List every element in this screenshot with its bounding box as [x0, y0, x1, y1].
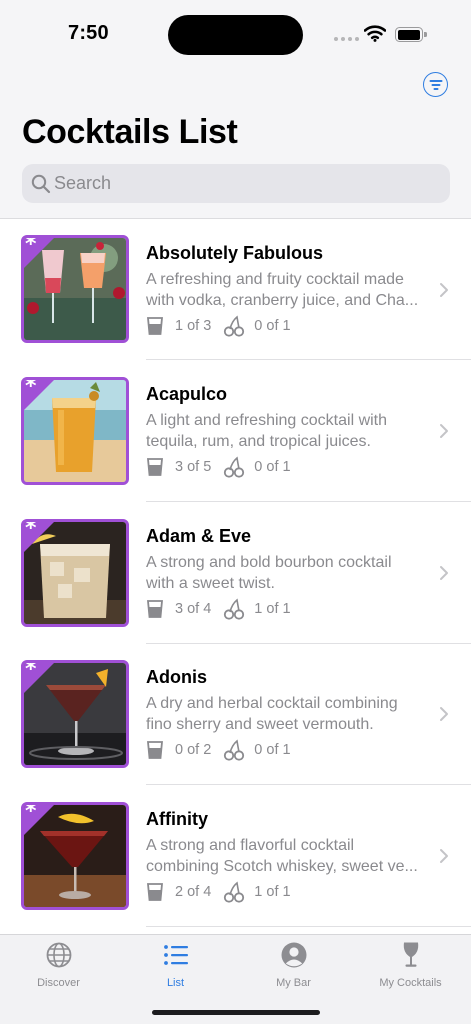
description-line: A strong and bold bourbon cocktail [146, 554, 392, 571]
chevron-right-icon [440, 849, 448, 863]
asterisk-icon: * [25, 519, 37, 541]
cocktail-description: A strong and flavorful cocktail combinin… [146, 835, 430, 877]
ingredients-count: 1 of 3 [175, 318, 212, 334]
asterisk-icon: * [25, 377, 37, 399]
glass-icon [147, 741, 163, 759]
description-line: A dry and herbal cocktail combining [146, 695, 398, 712]
asterisk-icon: * [25, 235, 37, 257]
cocktail-thumbnail: * [21, 660, 129, 768]
ingredient-stats: 3 of 4 1 of 1 [146, 598, 291, 620]
cherry-icon [224, 315, 245, 337]
description-line: tequila, rum, and tropical juices. [146, 433, 371, 450]
tab-label: My Cocktails [379, 977, 442, 989]
cocktail-thumbnail: * [21, 802, 129, 910]
wineglass-icon [403, 942, 418, 967]
glass-icon [147, 317, 163, 335]
cocktail-description: A dry and herbal cocktail combining fino… [146, 693, 430, 735]
chevron-right-icon [440, 566, 448, 580]
cherry-icon [224, 739, 245, 761]
chevron-right-icon [440, 424, 448, 438]
navigation-header: 7:50 Cocktails List [0, 0, 471, 219]
cocktail-thumbnail: * [21, 235, 129, 343]
description-line: with vodka, cranberry juice, and Cha... [146, 292, 419, 309]
tab-label: List [166, 977, 185, 989]
cocktail-description: A strong and bold bourbon cocktail with … [146, 552, 430, 594]
list-item[interactable]: * Adonis A dry and herbal cocktail combi… [0, 643, 471, 785]
asterisk-icon: * [25, 660, 37, 682]
ingredient-stats: 2 of 4 1 of 1 [146, 881, 291, 903]
home-indicator [152, 1010, 320, 1015]
cellular-signal-icon [334, 37, 359, 41]
garnish-count: 0 of 1 [254, 459, 291, 475]
cocktail-thumbnail: * [21, 377, 129, 485]
tab-label: My Bar [276, 977, 311, 989]
tab-my-cocktails[interactable]: My Cocktails [352, 941, 469, 989]
garnish-count: 1 of 1 [254, 884, 291, 900]
cocktail-name: Adam & Eve [146, 526, 252, 546]
tab-list[interactable]: List [117, 941, 234, 989]
wifi-icon [364, 25, 386, 42]
description-line: fino sherry and sweet vermouth. [146, 716, 374, 733]
ingredients-count: 2 of 4 [175, 884, 212, 900]
list-item[interactable]: * Absolutely Fabulous A refreshing and f… [0, 219, 471, 360]
cocktail-list: * Absolutely Fabulous A refreshing and f… [0, 219, 471, 935]
garnish-count: 0 of 1 [254, 318, 291, 334]
cherry-icon [224, 598, 245, 620]
cherry-icon [224, 456, 245, 478]
description-line: A strong and flavorful cocktail [146, 837, 355, 854]
cocktail-thumbnail: * [21, 519, 129, 627]
search-icon [31, 174, 51, 194]
search-input[interactable] [54, 164, 434, 203]
glass-icon [147, 458, 163, 476]
chevron-right-icon [440, 707, 448, 721]
status-time: 7:50 [68, 22, 109, 44]
globe-icon [46, 942, 71, 968]
garnish-count: 1 of 1 [254, 601, 291, 617]
person-circle-icon [281, 942, 306, 968]
chevron-right-icon [440, 283, 448, 297]
list-item[interactable]: * Acapulco A light and refreshing cockta… [0, 360, 471, 502]
row-separator [146, 926, 471, 927]
cocktail-name: Affinity [146, 809, 208, 829]
dynamic-island [168, 15, 303, 55]
filter-button[interactable] [423, 72, 448, 97]
glass-icon [147, 600, 163, 618]
ingredient-stats: 3 of 5 0 of 1 [146, 456, 291, 478]
ingredient-stats: 1 of 3 0 of 1 [146, 315, 291, 337]
list-item[interactable]: * Affinity A strong and flavorful cockta… [0, 785, 471, 927]
ingredients-count: 3 of 5 [175, 459, 212, 475]
cherry-icon [224, 881, 245, 903]
cocktail-description: A refreshing and fruity cocktail made wi… [146, 269, 430, 311]
ingredients-count: 3 of 4 [175, 601, 212, 617]
ingredients-count: 0 of 2 [175, 742, 212, 758]
description-line: with a sweet twist. [146, 575, 275, 592]
search-bar[interactable] [22, 164, 450, 203]
list-item[interactable]: * Adam & Eve A strong and bold bourbon c… [0, 502, 471, 644]
ingredient-stats: 0 of 2 0 of 1 [146, 739, 291, 761]
tab-discover[interactable]: Discover [0, 941, 117, 989]
battery-icon [395, 27, 427, 42]
garnish-count: 0 of 1 [254, 742, 291, 758]
description-line: A refreshing and fruity cocktail made [146, 271, 404, 288]
list-icon [163, 945, 188, 965]
glass-icon [147, 883, 163, 901]
tab-label: Discover [37, 977, 80, 989]
cocktail-name: Absolutely Fabulous [146, 243, 324, 263]
cocktail-name: Adonis [146, 667, 207, 687]
cocktail-description: A light and refreshing cocktail with teq… [146, 410, 430, 452]
cocktail-name: Acapulco [146, 384, 228, 404]
tab-my-bar[interactable]: My Bar [235, 941, 352, 989]
description-line: combining Scotch whiskey, sweet ve... [146, 858, 418, 875]
page-title: Cocktails List [22, 113, 238, 151]
description-line: A light and refreshing cocktail with [146, 412, 388, 429]
asterisk-icon: * [25, 802, 37, 824]
